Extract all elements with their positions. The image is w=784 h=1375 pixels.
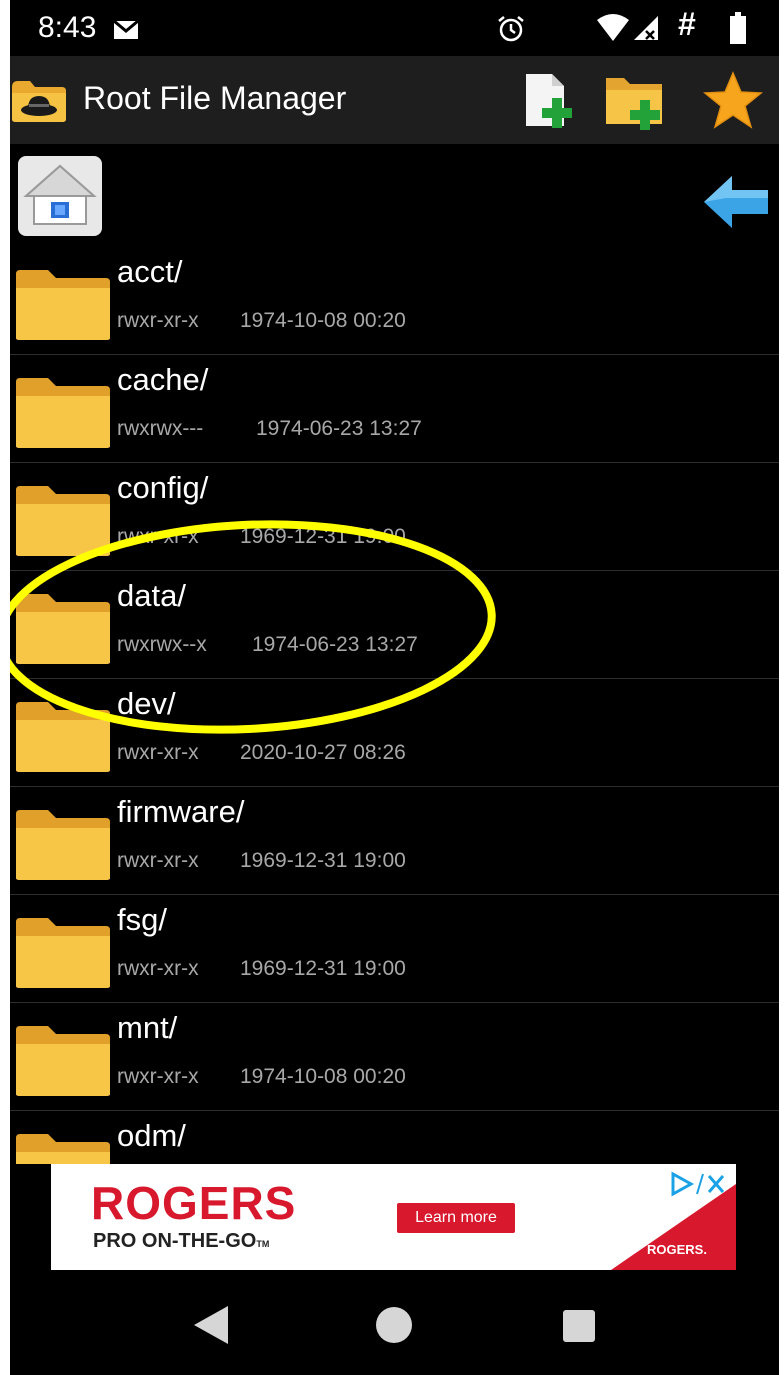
folder-icon — [16, 378, 110, 448]
folder-icon — [16, 1026, 110, 1096]
file-date: 1969-12-31 19:00 — [240, 849, 406, 872]
file-date: 1974-10-08 00:20 — [240, 1065, 406, 1088]
ad-trademark: TM — [256, 1239, 270, 1249]
folder-icon — [16, 486, 110, 556]
folder-icon — [16, 918, 110, 988]
new-file-button[interactable] — [518, 70, 580, 132]
list-item[interactable]: mnt/ rwxr-xr-x 1974-10-08 00:20 — [10, 1002, 779, 1111]
folder-icon — [16, 810, 110, 880]
status-bar: 8:43 # — [10, 0, 779, 56]
ad-tagline: PRO ON-THE-GOTM — [93, 1230, 269, 1253]
ad-logo-text: ROGERS. — [647, 1242, 707, 1257]
learn-more-button[interactable]: Learn more — [397, 1203, 515, 1233]
file-date: 1974-06-23 13:27 — [252, 633, 418, 656]
list-item[interactable]: fsg/ rwxr-xr-x 1969-12-31 19:00 — [10, 894, 779, 1003]
list-item[interactable]: cache/ rwxrwx--- 1974-06-23 13:27 — [10, 354, 779, 463]
file-date: 2020-10-27 08:26 — [240, 741, 406, 764]
nav-back-icon[interactable] — [190, 1304, 232, 1346]
file-name: firmware/ — [117, 794, 245, 829]
phone-screen: 8:43 # Root File Manager acct/ rwxr-xr-x… — [10, 0, 779, 1375]
file-name: config/ — [117, 470, 209, 505]
folder-icon — [16, 594, 110, 664]
path-bar — [10, 144, 779, 246]
mail-icon — [113, 20, 139, 39]
file-name: acct/ — [117, 254, 183, 289]
back-arrow-icon[interactable] — [702, 174, 770, 230]
ad-banner[interactable]: ROGERS PRO ON-THE-GOTM Learn more ROGERS… — [51, 1164, 736, 1270]
file-permissions: rwxrwx--- — [117, 417, 204, 440]
folder-icon — [16, 702, 110, 772]
folder-icon — [16, 270, 110, 340]
battery-icon — [730, 12, 746, 44]
wifi-icon — [597, 14, 629, 41]
action-bar: Root File Manager — [10, 56, 779, 144]
list-item[interactable]: dev/ rwxr-xr-x 2020-10-27 08:26 — [10, 678, 779, 787]
list-item[interactable]: data/ rwxrwx--x 1974-06-23 13:27 — [10, 570, 779, 679]
list-item[interactable]: acct/ rwxr-xr-x 1974-10-08 00:20 — [10, 246, 779, 355]
folder-icon — [16, 1134, 110, 1164]
file-permissions: rwxr-xr-x — [117, 525, 199, 548]
file-permissions: rwxrwx--x — [117, 633, 207, 656]
nav-recents-icon[interactable] — [562, 1309, 596, 1343]
file-date: 1974-06-23 13:27 — [256, 417, 422, 440]
status-time: 8:43 — [38, 11, 97, 44]
list-item[interactable]: config/ rwxr-xr-x 1969-12-31 19:00 — [10, 462, 779, 571]
favorites-star-icon[interactable] — [702, 70, 764, 132]
signal-icon — [634, 16, 658, 40]
new-folder-button[interactable] — [604, 70, 666, 132]
ad-choices-icon[interactable] — [667, 1170, 727, 1198]
navigation-bar — [10, 1270, 779, 1375]
file-date: 1974-10-08 00:20 — [240, 309, 406, 332]
list-item[interactable]: firmware/ rwxr-xr-x 1969-12-31 19:00 — [10, 786, 779, 895]
file-name: dev/ — [117, 686, 176, 721]
app-title: Root File Manager — [83, 80, 347, 116]
list-item[interactable]: odm/ — [10, 1110, 779, 1164]
ad-tagline-text: PRO ON-THE-GO — [93, 1230, 257, 1252]
file-name: cache/ — [117, 362, 209, 397]
home-button[interactable] — [18, 156, 102, 236]
file-permissions: rwxr-xr-x — [117, 1065, 199, 1088]
app-icon — [12, 81, 66, 122]
file-permissions: rwxr-xr-x — [117, 741, 199, 764]
alarm-icon — [498, 16, 524, 42]
file-permissions: rwxr-xr-x — [117, 849, 199, 872]
file-date: 1969-12-31 19:00 — [240, 525, 406, 548]
file-name: mnt/ — [117, 1010, 178, 1045]
file-permissions: rwxr-xr-x — [117, 309, 199, 332]
file-permissions: rwxr-xr-x — [117, 957, 199, 980]
file-date: 1969-12-31 19:00 — [240, 957, 406, 980]
status-hash: # — [678, 6, 696, 42]
file-name: odm/ — [117, 1118, 186, 1153]
file-name: fsg/ — [117, 902, 167, 937]
file-name: data/ — [117, 578, 186, 613]
nav-home-icon[interactable] — [375, 1306, 413, 1344]
ad-brand: ROGERS — [91, 1177, 297, 1229]
file-list: acct/ rwxr-xr-x 1974-10-08 00:20 cache/ … — [10, 246, 779, 1164]
